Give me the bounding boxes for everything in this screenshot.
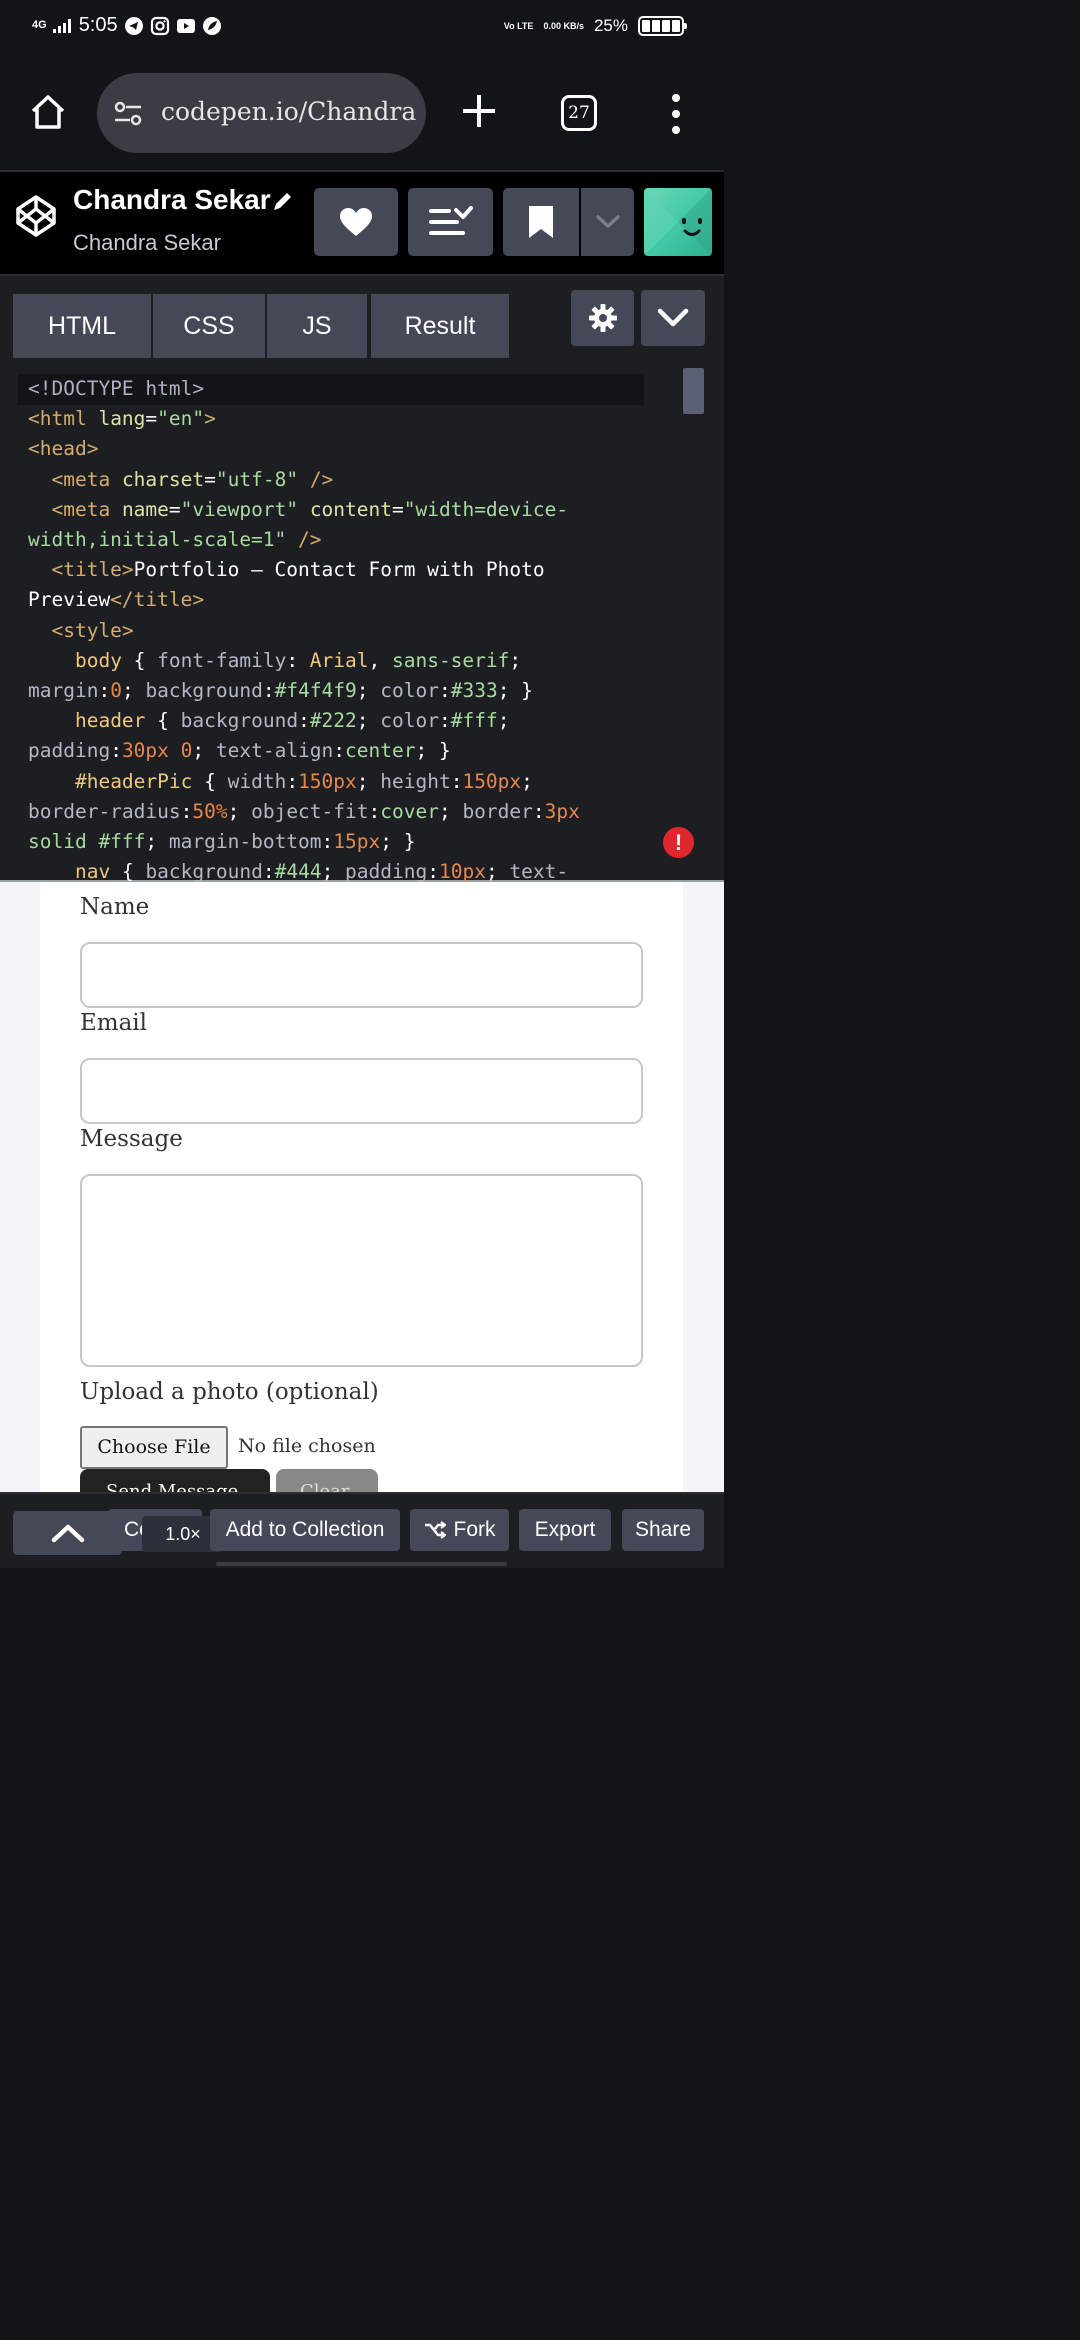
leaf-app-icon [202,16,222,36]
signal-icon [52,18,71,33]
code-line: <meta charset="utf-8" /> [51,467,334,491]
codepen-footer: Console 1.0× Add to Collection Fork Expo… [0,1492,724,1568]
code-line: <meta name="viewport" content="width=dev… [51,497,569,521]
chevron-down-icon [595,215,620,228]
code-line: Preview</title> [28,588,205,612]
pen-author[interactable]: Chandra Sekar [73,230,221,256]
fork-button[interactable]: Fork [410,1509,509,1551]
editor-settings-button[interactable] [571,290,634,346]
code-line: <!DOCTYPE html> [28,377,205,400]
email-field[interactable] [80,1058,643,1124]
layout-icon [428,206,473,235]
choose-file-button[interactable]: Choose File [80,1426,228,1469]
message-label: Message [80,1126,183,1152]
avatar-face-icon [644,188,712,256]
edit-pencil-icon[interactable] [270,190,294,214]
message-textarea[interactable] [80,1174,643,1367]
html-code[interactable]: <!DOCTYPE html> <html lang="en"> <head> … [18,374,648,887]
name-field[interactable] [80,942,643,1008]
code-line: <style> [51,618,134,642]
upload-label: Upload a photo (optional) [80,1379,379,1405]
name-label: Name [80,894,150,920]
volte-indicator: Vo LTE [503,20,534,31]
code-line: border-radius:50%; object-fit:cover; bor… [28,799,580,823]
tab-js[interactable]: JS [267,294,367,358]
code-line: <title>Portfolio – Contact Form with Pho… [51,558,545,582]
codepen-logo-icon[interactable] [14,194,58,238]
contact-form: Name Email Message Upload a photo (optio… [40,882,683,1492]
email-label: Email [80,1010,148,1036]
address-bar[interactable]: codepen.io/Chandra [97,73,426,153]
instagram-icon [150,16,170,36]
bookmark-button[interactable] [503,188,579,256]
browser-toolbar: codepen.io/Chandra 27 [0,56,724,170]
tab-css[interactable]: CSS [153,294,265,358]
bookmark-dropdown-button[interactable] [581,188,634,256]
clock: 5:05 [78,14,118,36]
fork-label: Fork [453,1518,496,1541]
add-to-collection-button[interactable]: Add to Collection [210,1509,400,1551]
tab-html[interactable]: HTML [13,294,151,358]
result-preview: Name Email Message Upload a photo (optio… [0,880,724,1492]
chevron-down-icon [657,308,689,327]
heart-icon [340,208,372,236]
codepen-header: Chandra Sekar Chandra Sekar [0,170,724,274]
editor-tabs: HTML CSS JS Result [13,294,509,358]
code-line: <html lang="en"> [28,407,216,431]
tab-result[interactable]: Result [371,294,509,358]
change-view-button[interactable] [408,188,493,256]
code-line: nav { background:#444; padding:10px; tex… [74,860,569,884]
file-status: No file chosen [238,1435,376,1457]
editor-scrollbar[interactable] [683,368,704,414]
user-avatar[interactable] [644,188,712,256]
status-bar: 4G 5:05 Vo LTE 0.00 KB/s 25% [0,0,724,56]
collapse-editor-button[interactable] [641,290,705,346]
telegram-icon [124,16,144,36]
new-tab-button[interactable] [460,92,498,130]
expand-panel-button[interactable] [13,1511,122,1555]
gear-icon [588,304,617,332]
chevron-up-icon [51,1524,84,1543]
tab-switcher-button[interactable]: 27 [561,95,597,131]
network-speed: 0.00 KB/s [543,20,584,31]
status-right: Vo LTE 0.00 KB/s 25% [503,16,687,36]
gesture-bar[interactable] [216,1562,507,1566]
code-line: solid #fff; margin-bottom:15px; } [28,830,416,854]
site-settings-icon[interactable] [113,99,143,129]
code-line: <head> [28,437,99,461]
fork-icon [424,1521,446,1539]
url-text: codepen.io/Chandra [161,97,417,126]
share-button[interactable]: Share [622,1509,704,1551]
clear-button[interactable]: Clear [276,1469,378,1492]
pen-title[interactable]: Chandra Sekar [73,184,271,216]
youtube-icon [176,16,196,36]
bookmark-icon [529,206,553,238]
home-button[interactable] [28,92,68,132]
network-type: 4G [32,19,47,31]
code-line: body { font-family: Arial, sans-serif; [74,648,522,672]
battery-icon [638,16,687,36]
code-editor: HTML CSS JS Result <!DOCTYPE html> <html… [0,274,724,883]
code-line: #headerPic { width:150px; height:150px; [74,769,533,793]
plus-icon [463,95,495,127]
code-line: header { background:#222; color:#fff; [74,709,510,733]
home-icon [31,95,65,129]
code-line: margin:0; background:#f4f4f9; color:#333… [28,679,533,703]
code-line: padding:30px 0; text-align:center; } [28,739,451,763]
code-line: width,initial-scale=1" /> [28,528,322,552]
export-button[interactable]: Export [519,1509,611,1551]
status-left: 4G 5:05 [32,14,222,37]
like-button[interactable] [314,188,398,256]
battery-percent: 25% [593,16,628,35]
browser-menu-button[interactable] [665,94,687,134]
error-indicator[interactable]: ! [663,827,694,858]
send-message-button[interactable]: Send Message [80,1469,270,1492]
